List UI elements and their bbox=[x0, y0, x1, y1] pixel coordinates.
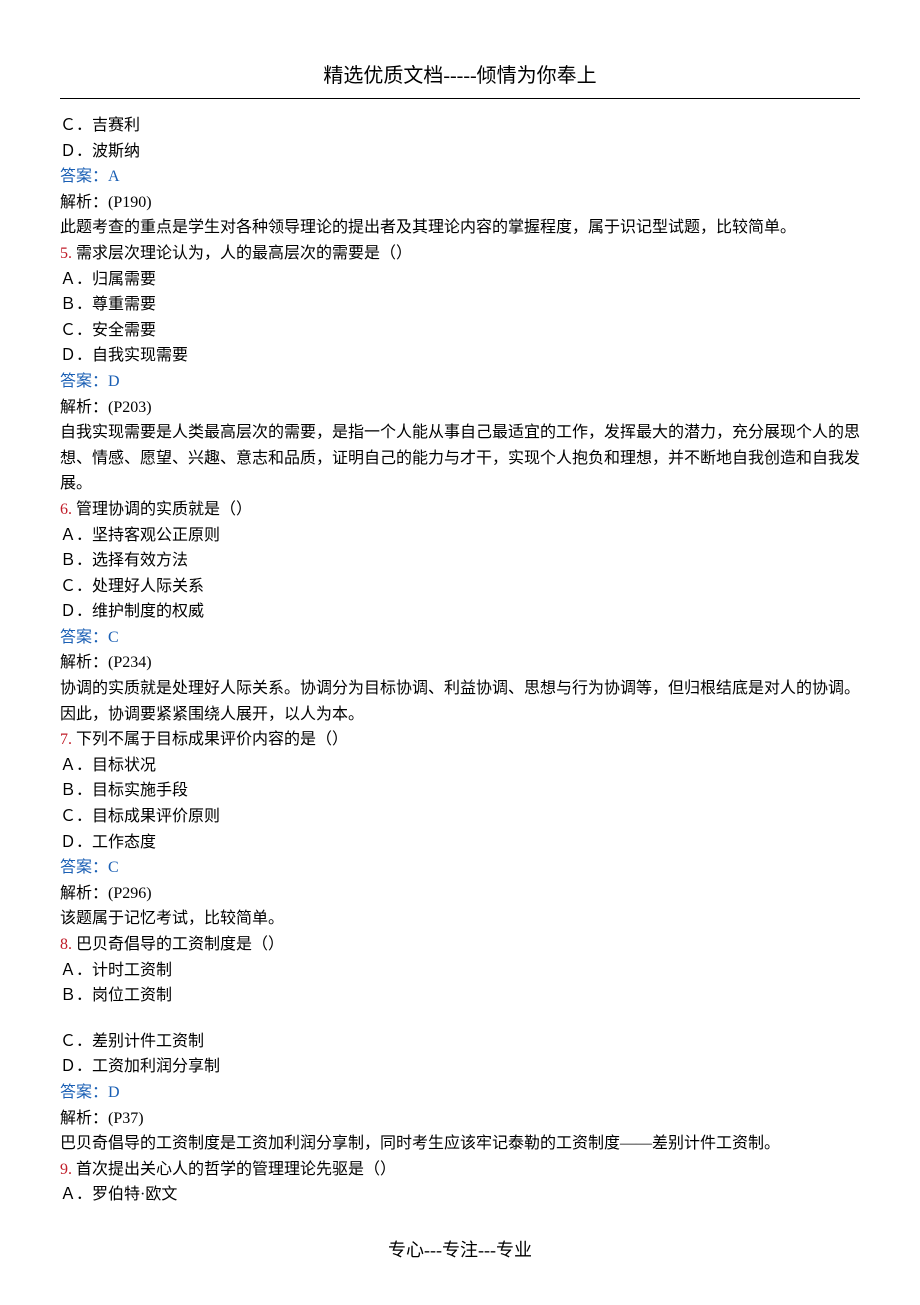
q6-analysis-text: 协调的实质就是处理好人际关系。协调分为目标协调、利益协调、思想与行为协调等，但归… bbox=[60, 676, 860, 727]
page-header-title: 精选优质文档-----倾情为你奉上 bbox=[60, 60, 860, 92]
q5-option-b: Ｂ．尊重需要 bbox=[60, 292, 860, 318]
q9-option-a: Ａ．罗伯特·欧文 bbox=[60, 1182, 860, 1208]
q7-answer: 答案：C bbox=[60, 855, 860, 881]
q5-number: 5. bbox=[60, 245, 72, 262]
q4-answer: 答案：A bbox=[60, 164, 860, 190]
q5-option-d: Ｄ．自我实现需要 bbox=[60, 343, 860, 369]
q6-option-d: Ｄ．维护制度的权威 bbox=[60, 599, 860, 625]
q8-answer: 答案：D bbox=[60, 1080, 860, 1106]
q7-option-b: Ｂ．目标实施手段 bbox=[60, 778, 860, 804]
q7-analysis-ref: 解析：(P296) bbox=[60, 881, 860, 907]
q8-number: 8. bbox=[60, 936, 72, 953]
q7-option-d: Ｄ．工作态度 bbox=[60, 830, 860, 856]
q8-analysis-ref: 解析：(P37) bbox=[60, 1106, 860, 1132]
q6-number: 6. bbox=[60, 501, 72, 518]
q8-option-a: Ａ．计时工资制 bbox=[60, 958, 860, 984]
q4-option-c: Ｃ．吉赛利 bbox=[60, 113, 860, 139]
q6-option-c: Ｃ．处理好人际关系 bbox=[60, 574, 860, 600]
q8-option-c: Ｃ．差别计件工资制 bbox=[60, 1029, 860, 1055]
q4-option-d: Ｄ．波斯纳 bbox=[60, 139, 860, 165]
q6-option-b: Ｂ．选择有效方法 bbox=[60, 548, 860, 574]
q5-option-c: Ｃ．安全需要 bbox=[60, 318, 860, 344]
q5-stem: 5. 需求层次理论认为，人的最高层次的需要是（） bbox=[60, 241, 860, 267]
q7-number: 7. bbox=[60, 731, 72, 748]
q6-text: 管理协调的实质就是（） bbox=[72, 501, 252, 518]
q8-stem: 8. 巴贝奇倡导的工资制度是（） bbox=[60, 932, 860, 958]
q7-option-c: Ｃ．目标成果评价原则 bbox=[60, 804, 860, 830]
q6-analysis-ref: 解析：(P234) bbox=[60, 650, 860, 676]
page-footer: 专心---专注---专业 bbox=[60, 1236, 860, 1265]
q9-number: 9. bbox=[60, 1161, 72, 1178]
q6-option-a: Ａ．坚持客观公正原则 bbox=[60, 523, 860, 549]
q7-option-a: Ａ．目标状况 bbox=[60, 753, 860, 779]
q6-answer: 答案：C bbox=[60, 625, 860, 651]
q5-answer: 答案：D bbox=[60, 369, 860, 395]
q5-option-a: Ａ．归属需要 bbox=[60, 267, 860, 293]
q8-text: 巴贝奇倡导的工资制度是（） bbox=[72, 936, 284, 953]
q7-analysis-text: 该题属于记忆考试，比较简单。 bbox=[60, 906, 860, 932]
q8-option-b: Ｂ．岗位工资制 bbox=[60, 983, 860, 1009]
q5-analysis-ref: 解析：(P203) bbox=[60, 395, 860, 421]
q4-analysis-text: 此题考查的重点是学生对各种领导理论的提出者及其理论内容的掌握程度，属于识记型试题… bbox=[60, 215, 860, 241]
q7-stem: 7. 下列不属于目标成果评价内容的是（） bbox=[60, 727, 860, 753]
header-divider bbox=[60, 98, 860, 99]
q5-text: 需求层次理论认为，人的最高层次的需要是（） bbox=[72, 245, 412, 262]
q9-stem: 9. 首次提出关心人的哲学的管理理论先驱是（） bbox=[60, 1157, 860, 1183]
q4-analysis-ref: 解析：(P190) bbox=[60, 190, 860, 216]
q7-text: 下列不属于目标成果评价内容的是（） bbox=[72, 731, 348, 748]
blank-gap bbox=[60, 1009, 860, 1029]
q8-analysis-text: 巴贝奇倡导的工资制度是工资加利润分享制，同时考生应该牢记泰勒的工资制度——差别计… bbox=[60, 1131, 860, 1157]
q9-text: 首次提出关心人的哲学的管理理论先驱是（） bbox=[72, 1161, 396, 1178]
q6-stem: 6. 管理协调的实质就是（） bbox=[60, 497, 860, 523]
q5-analysis-text: 自我实现需要是人类最高层次的需要，是指一个人能从事自己最适宜的工作，发挥最大的潜… bbox=[60, 420, 860, 497]
q8-option-d: Ｄ．工资加利润分享制 bbox=[60, 1054, 860, 1080]
